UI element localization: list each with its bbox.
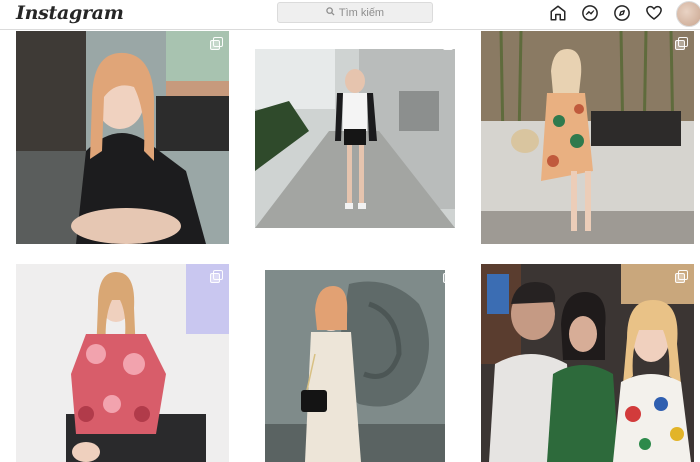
nav-icons xyxy=(548,3,664,23)
post-image xyxy=(249,31,462,244)
instagram-logo[interactable]: Instagram xyxy=(16,2,124,24)
post-tile-6[interactable] xyxy=(481,264,694,462)
post-tile-1[interactable] xyxy=(16,31,229,244)
multiple-photos-icon xyxy=(675,37,688,50)
multiple-photos-icon xyxy=(210,37,223,50)
post-tile-3[interactable] xyxy=(481,31,694,244)
multiple-photos-icon xyxy=(675,270,688,283)
multiple-photos-icon xyxy=(443,37,456,50)
multiple-photos-icon xyxy=(210,270,223,283)
explore-icon[interactable] xyxy=(612,3,632,23)
posts-grid xyxy=(0,31,700,462)
post-tile-2[interactable] xyxy=(249,31,462,244)
post-image xyxy=(481,264,694,462)
multiple-photos-icon xyxy=(443,270,456,283)
post-tile-5[interactable] xyxy=(249,264,462,462)
search-icon xyxy=(326,6,335,19)
messenger-icon[interactable] xyxy=(580,3,600,23)
search-input[interactable]: Tìm kiếm xyxy=(277,2,433,23)
heart-icon[interactable] xyxy=(644,3,664,23)
home-icon[interactable] xyxy=(548,3,568,23)
post-tile-4[interactable] xyxy=(16,264,229,462)
post-image xyxy=(249,264,462,462)
top-navigation-bar: Instagram Tìm kiếm xyxy=(0,0,700,30)
post-image xyxy=(16,31,229,244)
post-image xyxy=(16,264,229,462)
post-image xyxy=(481,31,694,244)
profile-avatar[interactable] xyxy=(676,1,700,27)
search-placeholder: Tìm kiếm xyxy=(338,6,385,19)
